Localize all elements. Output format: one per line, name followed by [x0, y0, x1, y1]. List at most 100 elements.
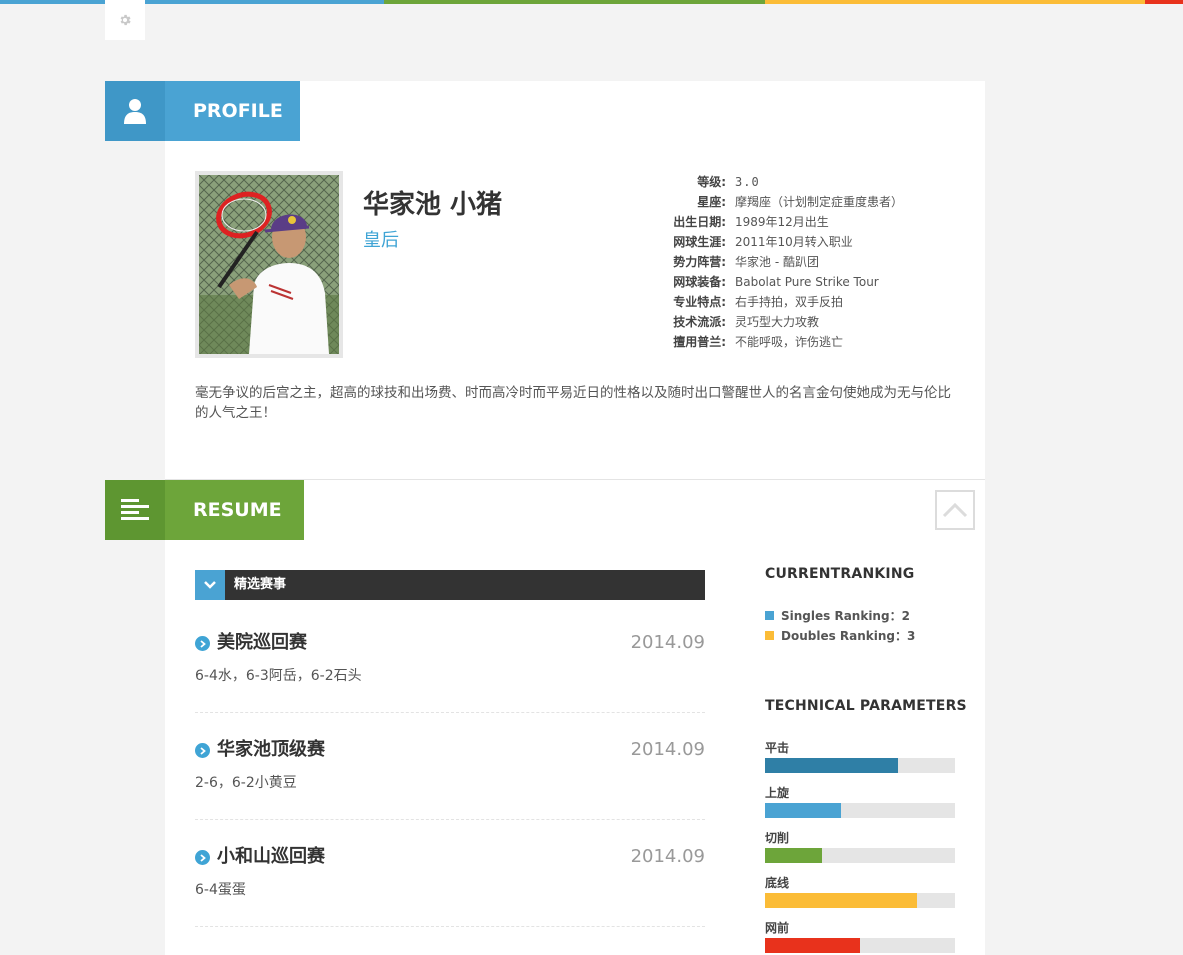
gear-icon [120, 14, 131, 26]
param-track [765, 938, 955, 953]
param-label: 上旋 [765, 786, 790, 800]
profile-info-list: 等级: 3.0 星座: 摩羯座（计划制定症重度患者） 出生日期: 1989年12月出生… [640, 172, 940, 352]
param-fill [765, 803, 841, 818]
resume-section-header: RESUME [105, 480, 304, 540]
chevron-right-icon [195, 850, 210, 865]
event-result: 2-6，6-2小黄豆 [195, 775, 297, 791]
info-row: 擅用普兰: 不能呼吸，诈伤逃亡 [640, 332, 940, 352]
featured-events-header[interactable]: 精选赛事 [195, 570, 705, 600]
param-track [765, 803, 955, 818]
player-alias: 皇后 [363, 230, 399, 251]
event-item: 美院巡回赛 2014.09 6-4水，6-3阿岳，6-2石头 [195, 628, 705, 734]
profile-photo-frame [195, 171, 343, 358]
info-row: 等级: 3.0 [640, 172, 940, 192]
technical-heading: TECHNICAL PARAMETERS [765, 698, 967, 714]
profile-icon-box [105, 81, 165, 141]
event-date: 2014.09 [630, 739, 705, 760]
info-row: 网球生涯: 2011年10月转入职业 [640, 232, 940, 252]
info-value: 3.0 [735, 175, 760, 189]
info-key: 等级: [697, 175, 726, 189]
profile-description: 毫无争议的后宫之主，超高的球技和出场费、时而高冷时而平易近日的性格以及随时出口警… [195, 385, 951, 421]
param-track [765, 893, 955, 908]
info-value: 右手持拍，双手反拍 [735, 295, 844, 309]
player-name: 华家池 小猪 [363, 190, 503, 220]
tennis-player-photo [199, 175, 339, 354]
info-key: 势力阵营: [673, 255, 726, 269]
profile-title: PROFILE [165, 81, 300, 141]
scroll-top-button[interactable] [935, 490, 975, 530]
list-icon [121, 499, 149, 520]
event-result: 6-4水，6-3阿岳，6-2石头 [195, 668, 362, 684]
top-bar-segment [0, 0, 384, 4]
info-row: 势力阵营: 华家池 - 酷趴团 [640, 252, 940, 272]
info-row: 出生日期: 1989年12月出生 [640, 212, 940, 232]
param-label: 平击 [765, 741, 790, 755]
param-slice: 切削 [765, 829, 955, 863]
info-value: 华家池 - 酷趴团 [735, 255, 819, 269]
legend-swatch [765, 611, 774, 620]
event-separator [195, 712, 705, 713]
event-date: 2014.09 [630, 632, 705, 653]
info-key: 出生日期: [673, 215, 726, 229]
resume-title: RESUME [165, 480, 304, 540]
info-value: 摩羯座（计划制定症重度患者） [735, 195, 904, 209]
top-bar-segment [384, 0, 765, 4]
user-icon [124, 99, 146, 124]
info-value: 不能呼吸，诈伤逃亡 [735, 335, 844, 349]
param-label: 网前 [765, 921, 790, 935]
event-date: 2014.09 [630, 846, 705, 867]
param-label: 底线 [765, 876, 790, 890]
param-fill [765, 893, 917, 908]
legend-swatch [765, 631, 774, 640]
info-key: 技术流派: [673, 315, 726, 329]
ranking-item-singles: Singles Ranking：2 [765, 607, 910, 624]
profile-photo [199, 175, 339, 354]
info-key: 星座: [697, 195, 726, 209]
ranking-heading: CURRENTRANKING [765, 566, 915, 582]
ranking-label: Doubles Ranking：3 [781, 629, 916, 643]
info-value: Babolat Pure Strike Tour [735, 275, 879, 289]
top-color-bar [0, 0, 1183, 4]
chevron-right-icon [195, 636, 210, 651]
info-key: 网球装备: [673, 275, 726, 289]
param-topspin: 上旋 [765, 784, 955, 818]
param-baseline: 底线 [765, 874, 955, 908]
info-row: 专业特点: 右手持拍，双手反拍 [640, 292, 940, 312]
info-row: 技术流派: 灵巧型大力攻教 [640, 312, 940, 332]
event-item: 华家池顶级赛 2014.09 2-6，6-2小黄豆 [195, 735, 705, 841]
param-fill [765, 848, 822, 863]
profile-section-header: PROFILE [105, 81, 300, 141]
param-fill [765, 938, 860, 953]
featured-events-label: 精选赛事 [234, 577, 287, 592]
event-result: 6-4蛋蛋 [195, 882, 246, 898]
top-bar-segment [765, 0, 1145, 4]
chevron-up-icon [942, 502, 968, 518]
info-value: 灵巧型大力攻教 [735, 315, 820, 329]
resume-icon-box [105, 480, 165, 540]
ranking-label: Singles Ranking：2 [781, 609, 910, 623]
event-title[interactable]: 美院巡回赛 [217, 628, 307, 658]
info-value: 1989年12月出生 [735, 215, 829, 229]
param-flat: 平击 [765, 739, 955, 773]
param-fill [765, 758, 898, 773]
event-title[interactable]: 华家池顶级赛 [217, 735, 325, 765]
chevron-right-icon [195, 743, 210, 758]
param-label: 切削 [765, 831, 790, 845]
info-row: 网球装备: Babolat Pure Strike Tour [640, 272, 940, 292]
event-separator [195, 819, 705, 820]
param-track [765, 848, 955, 863]
event-item: 小和山巡回赛 2014.09 6-4蛋蛋 [195, 842, 705, 948]
info-row: 星座: 摩羯座（计划制定症重度患者） [640, 192, 940, 212]
event-title[interactable]: 小和山巡回赛 [217, 842, 325, 872]
info-key: 专业特点: [673, 295, 726, 309]
top-bar-segment [1145, 0, 1183, 4]
info-key: 擅用普兰: [673, 335, 726, 349]
settings-button[interactable] [105, 0, 145, 40]
events-toggle[interactable] [195, 570, 225, 600]
event-separator [195, 926, 705, 927]
info-value: 2011年10月转入职业 [735, 235, 853, 249]
param-track [765, 758, 955, 773]
chevron-down-icon [204, 581, 216, 589]
param-net: 网前 [765, 919, 955, 953]
ranking-item-doubles: Doubles Ranking：3 [765, 627, 915, 644]
